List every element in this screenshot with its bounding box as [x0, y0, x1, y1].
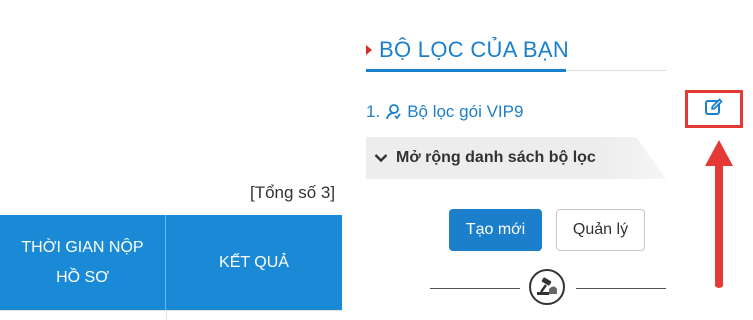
- table-divider: [0, 310, 342, 311]
- expand-filter-list-content: Mở rộng danh sách bộ lọc: [374, 137, 596, 179]
- results-table-header: THỜI GIAN NỘP HỒ SƠ KẾT QUẢ: [0, 215, 342, 310]
- total-count: [Tổng số 3]: [250, 183, 336, 202]
- panel-title-text: BỘ LỌC CỦA BẠN: [379, 37, 570, 62]
- column-header-result[interactable]: KẾT QUẢ: [166, 215, 342, 310]
- caret-right-icon: [366, 45, 372, 55]
- create-filter-button[interactable]: Tạo mới: [449, 209, 542, 251]
- table-divider: [166, 310, 167, 320]
- panel-title: BỘ LỌC CỦA BẠN: [366, 32, 569, 68]
- user-icon: [384, 103, 402, 121]
- filter-name[interactable]: Bộ lọc gói VIP9: [407, 102, 523, 122]
- expand-filter-list-label: Mở rộng danh sách bộ lọc: [396, 149, 596, 166]
- divider: [566, 70, 666, 71]
- edit-icon: [704, 97, 724, 122]
- divider: [430, 288, 520, 289]
- edit-filter-button[interactable]: [685, 90, 743, 128]
- corner-fold: [636, 137, 666, 179]
- expand-filter-list[interactable]: Mở rộng danh sách bộ lọc: [366, 137, 666, 179]
- arrow-up-icon: [704, 138, 734, 295]
- filter-index: 1.: [366, 102, 381, 121]
- title-underline: [366, 69, 566, 72]
- column-header-submission-time[interactable]: THỜI GIAN NỘP HỒ SƠ: [0, 215, 166, 310]
- divider: [576, 288, 666, 289]
- gavel-icon: [529, 269, 565, 305]
- chevron-down-icon: [374, 153, 388, 163]
- filter-item-vip9[interactable]: 1. Bộ lọc gói VIP9: [366, 98, 523, 126]
- manage-filters-button[interactable]: Quản lý: [556, 209, 645, 251]
